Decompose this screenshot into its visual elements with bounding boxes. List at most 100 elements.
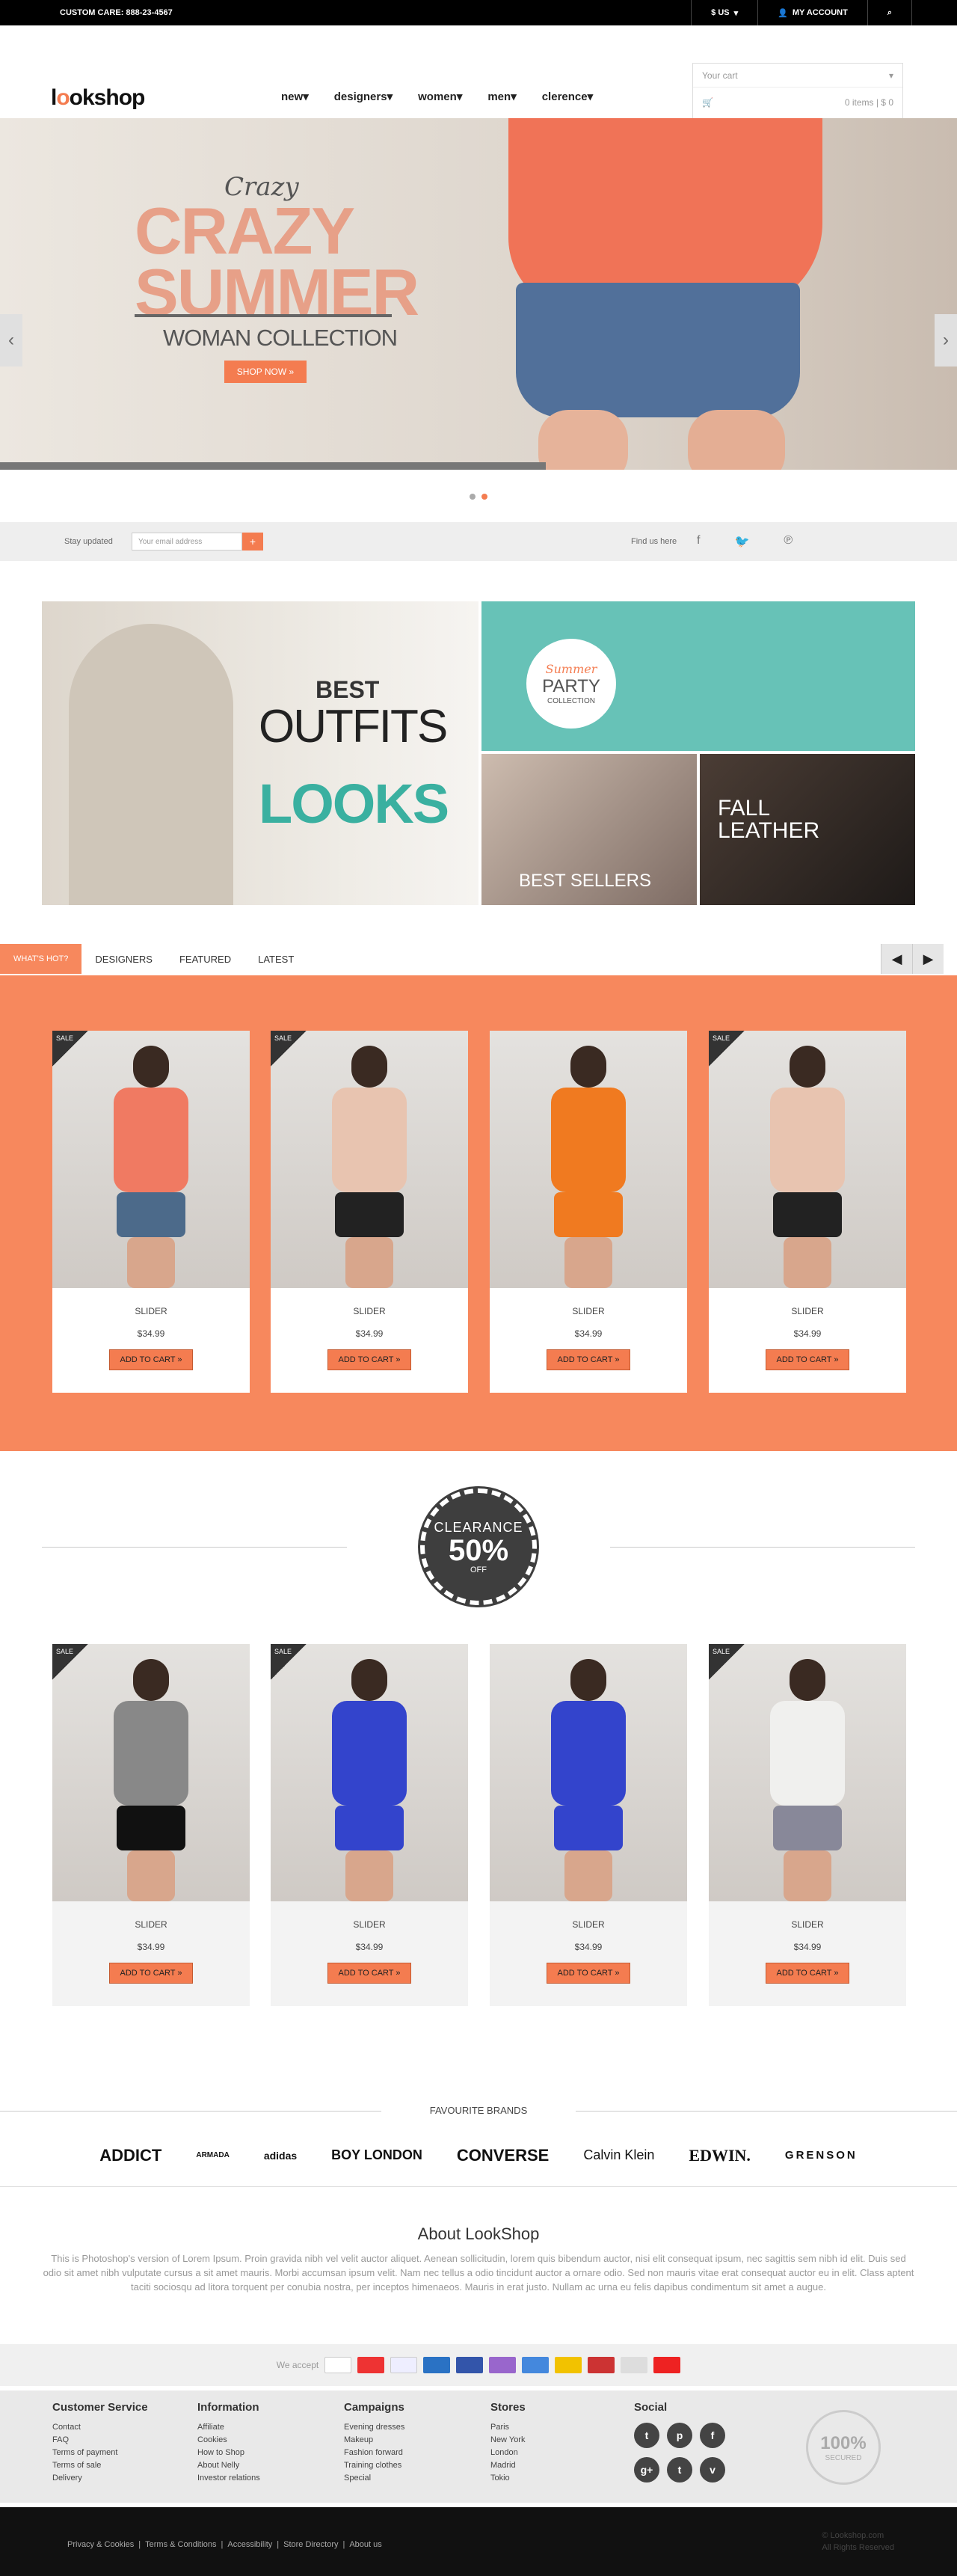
accessibility-link[interactable]: Accessibility (227, 2540, 272, 2549)
shop-now-button[interactable]: SHOP NOW » (224, 361, 307, 383)
carousel-prev-button[interactable]: ◀ (881, 944, 912, 974)
product-image[interactable]: SALE (709, 1644, 906, 1901)
add-to-cart-button[interactable]: ADD TO CART » (766, 1349, 849, 1370)
product-card[interactable]: SALE SLIDER $34.99 ADD TO CART » (271, 1031, 468, 1393)
footer-link[interactable]: London (490, 2447, 526, 2459)
search-button[interactable]: ⌕ (867, 0, 912, 25)
account-link[interactable]: 👤 MY ACCOUNT (757, 0, 867, 25)
footer-link[interactable]: New York (490, 2434, 526, 2447)
footer-link[interactable]: Cookies (197, 2434, 260, 2447)
brand-adidas[interactable]: adidas (264, 2150, 297, 2162)
footer-link[interactable]: Paris (490, 2421, 526, 2434)
add-to-cart-button[interactable]: ADD TO CART » (109, 1963, 193, 1984)
tumblr-icon[interactable]: t (667, 2457, 692, 2483)
slider-next-button[interactable]: › (935, 314, 957, 367)
twitter-icon[interactable]: 🐦 (734, 534, 749, 549)
product-image[interactable] (490, 1644, 687, 1901)
subscribe-button[interactable]: + (242, 533, 263, 551)
best-sellers-banner[interactable]: BEST SELLERS (481, 754, 697, 905)
product-card[interactable]: SALE SLIDER $34.99 ADD TO CART » (271, 1644, 468, 2006)
product-card[interactable]: SALE SLIDER $34.99 ADD TO CART » (52, 1644, 250, 2006)
product-name[interactable]: SLIDER (52, 1919, 250, 1930)
nav-designers[interactable]: designers▾ (334, 90, 393, 103)
currency-selector[interactable]: $ US ▾ (691, 0, 757, 25)
product-name[interactable]: SLIDER (709, 1919, 906, 1930)
product-name[interactable]: SLIDER (271, 1919, 468, 1930)
tab-whats-hot[interactable]: WHAT'S HOT? (0, 944, 82, 974)
product-card[interactable]: SLIDER $34.99 ADD TO CART » (490, 1031, 687, 1393)
brand-armada[interactable]: ARMADA (196, 2151, 229, 2159)
nav-new[interactable]: new▾ (281, 90, 309, 103)
pinterest-icon[interactable]: p (667, 2423, 692, 2448)
product-card[interactable]: SALE SLIDER $34.99 ADD TO CART » (709, 1031, 906, 1393)
store-directory-link[interactable]: Store Directory (283, 2540, 338, 2549)
footer-link[interactable]: Terms of sale (52, 2459, 148, 2472)
vimeo-icon[interactable]: v (700, 2457, 725, 2483)
footer-link[interactable]: Special (344, 2472, 404, 2485)
privacy-link[interactable]: Privacy & Cookies (67, 2540, 134, 2549)
add-to-cart-button[interactable]: ADD TO CART » (547, 1349, 630, 1370)
google-plus-icon[interactable]: g+ (634, 2457, 659, 2483)
product-image[interactable]: SALE (271, 1644, 468, 1901)
email-input[interactable]: Your email address (132, 533, 242, 551)
pinterest-icon[interactable]: ℗ (784, 534, 793, 549)
product-name[interactable]: SLIDER (271, 1306, 468, 1316)
footer-link[interactable]: How to Shop (197, 2447, 260, 2459)
slider-dot-active[interactable] (481, 494, 487, 500)
brand-calvin-klein[interactable]: Calvin Klein (583, 2147, 654, 2163)
footer-link[interactable]: Madrid (490, 2459, 526, 2472)
footer-link[interactable]: FAQ (52, 2434, 148, 2447)
brand-boy-london[interactable]: BOY LONDON (331, 2147, 422, 2163)
tab-latest[interactable]: LATEST (244, 944, 307, 974)
tab-featured[interactable]: FEATURED (166, 944, 244, 974)
product-image[interactable]: SALE (52, 1644, 250, 1901)
footer-link[interactable]: Training clothes (344, 2459, 404, 2472)
footer-link[interactable]: Evening dresses (344, 2421, 404, 2434)
logo[interactable]: lookshop (51, 85, 145, 111)
product-card[interactable]: SLIDER $34.99 ADD TO CART » (490, 1644, 687, 2006)
add-to-cart-button[interactable]: ADD TO CART » (109, 1349, 193, 1370)
add-to-cart-button[interactable]: ADD TO CART » (766, 1963, 849, 1984)
nav-women[interactable]: women▾ (418, 90, 462, 103)
tab-designers[interactable]: DESIGNERS (81, 944, 166, 974)
product-name[interactable]: SLIDER (709, 1306, 906, 1316)
outfits-banner[interactable]: BEST OUTFITS LOOKS (42, 601, 478, 905)
brand-edwin[interactable]: EDWIN. (689, 2146, 751, 2165)
brand-grenson[interactable]: GRENSON (785, 2149, 858, 2162)
carousel-next-button[interactable]: ▶ (912, 944, 944, 974)
slider-dot[interactable] (470, 494, 476, 500)
product-image[interactable]: SALE (709, 1031, 906, 1288)
terms-link[interactable]: Terms & Conditions (145, 2540, 216, 2549)
footer-link[interactable]: Delivery (52, 2472, 148, 2485)
product-image[interactable] (490, 1031, 687, 1288)
footer-link[interactable]: Tokio (490, 2472, 526, 2485)
footer-link[interactable]: Contact (52, 2421, 148, 2434)
twitter-icon[interactable]: t (634, 2423, 659, 2448)
product-card[interactable]: SALE SLIDER $34.99 ADD TO CART » (709, 1644, 906, 2006)
facebook-icon[interactable]: f (700, 2423, 725, 2448)
product-name[interactable]: SLIDER (490, 1919, 687, 1930)
footer-link[interactable]: Fashion forward (344, 2447, 404, 2459)
nav-men[interactable]: men▾ (487, 90, 516, 103)
footer-link[interactable]: Terms of payment (52, 2447, 148, 2459)
add-to-cart-button[interactable]: ADD TO CART » (547, 1963, 630, 1984)
footer-link[interactable]: About Nelly (197, 2459, 260, 2472)
cart-select[interactable]: Your cart (702, 70, 738, 81)
party-banner[interactable]: Summer PARTY COLLECTION (481, 601, 915, 751)
product-card[interactable]: SALE SLIDER $34.99 ADD TO CART » (52, 1031, 250, 1393)
slider-prev-button[interactable]: ‹ (0, 314, 22, 367)
product-name[interactable]: SLIDER (490, 1306, 687, 1316)
facebook-icon[interactable]: f (697, 534, 700, 549)
fall-leather-banner[interactable]: FALL LEATHER (700, 754, 915, 905)
product-image[interactable]: SALE (52, 1031, 250, 1288)
footer-link[interactable]: Affiliate (197, 2421, 260, 2434)
product-image[interactable]: SALE (271, 1031, 468, 1288)
add-to-cart-button[interactable]: ADD TO CART » (327, 1349, 411, 1370)
brand-addict[interactable]: ADDICT (99, 2146, 161, 2165)
about-us-link[interactable]: About us (349, 2540, 381, 2549)
product-name[interactable]: SLIDER (52, 1306, 250, 1316)
footer-link[interactable]: Investor relations (197, 2472, 260, 2485)
brand-converse[interactable]: CONVERSE (457, 2146, 549, 2165)
add-to-cart-button[interactable]: ADD TO CART » (327, 1963, 411, 1984)
nav-clerence[interactable]: clerence▾ (542, 90, 593, 103)
